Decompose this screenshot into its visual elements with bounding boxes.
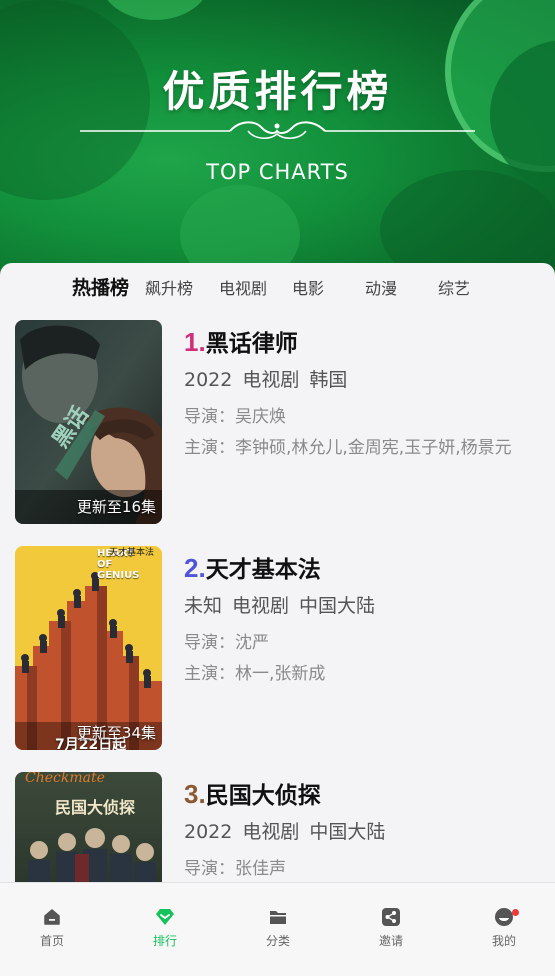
genre: 电视剧	[242, 369, 300, 391]
show-meta: 未知 电视剧 中国大陆	[184, 591, 385, 618]
poster-script: Checkmate	[25, 772, 105, 786]
profile-icon	[495, 908, 513, 926]
poster-image[interactable]: 黑话 更新至16集	[15, 320, 162, 524]
tab-label: 我的	[491, 934, 516, 948]
title-text: 黑话律师	[205, 331, 298, 357]
category-tabs: 热播榜 飙升榜 电视剧 电影 动漫 综艺	[0, 263, 555, 309]
cast: 主演：李钟硕,林允儿,金周宪,玉子妍,杨景元	[184, 438, 512, 458]
bottom-tab-bar: 首页 排行 分类 邀请 我的	[0, 882, 555, 976]
show-meta: 2022 电视剧 中国大陆	[184, 817, 395, 844]
tab-profile[interactable]: 我的	[464, 907, 544, 949]
rank-number: 3.	[184, 779, 206, 809]
genre: 电视剧	[242, 821, 300, 843]
title-text: 民国大侦探	[205, 783, 321, 809]
folder-icon	[270, 911, 286, 924]
show-title[interactable]: 2.天才基本法	[184, 550, 321, 584]
show-meta: 2022 电视剧 韩国	[184, 365, 357, 392]
hero-subtitle: TOP CHARTS	[206, 160, 349, 184]
list-item[interactable]: HEART OF GENIUS 天才基本法 7月22日起 更新至34集 2.天才…	[0, 546, 555, 751]
notification-badge	[512, 909, 519, 916]
director: 导演：张佳声	[184, 859, 286, 879]
episode-badge: 更新至34集	[76, 724, 156, 742]
ranking-panel: 热播榜 飙升榜 电视剧 电影 动漫 综艺 黑话 更新至16集 1.黑话律师 20…	[0, 263, 555, 888]
tab-home[interactable]: 首页	[12, 907, 92, 949]
show-title[interactable]: 1.黑话律师	[184, 324, 298, 358]
year: 未知	[184, 595, 223, 617]
ranking-icon	[156, 909, 174, 925]
tab-hot[interactable]: 热播榜	[72, 273, 129, 300]
tab-label: 分类	[265, 934, 290, 948]
tab-tv-series[interactable]: 电视剧	[219, 275, 267, 299]
tab-label: 邀请	[378, 934, 403, 948]
region: 中国大陆	[299, 595, 376, 617]
tab-variety[interactable]: 综艺	[438, 275, 470, 299]
hero-banner: 优质排行榜 TOP CHARTS	[0, 0, 555, 290]
tab-category[interactable]: 分类	[238, 907, 318, 949]
tab-label: 排行	[152, 934, 177, 948]
director: 导演：沈严	[184, 633, 269, 653]
genre: 电视剧	[232, 595, 290, 617]
tab-invite[interactable]: 邀请	[351, 907, 431, 949]
show-title[interactable]: 3.民国大侦探	[184, 776, 321, 810]
rank-number: 1.	[184, 327, 206, 357]
ornament-divider	[80, 121, 475, 139]
region: 韩国	[309, 369, 348, 391]
tab-movies[interactable]: 电影	[292, 275, 324, 299]
list-item[interactable]: Checkmate 民国大侦探 3.民国大侦探 2022 电视剧 中国大陆 导演：张…	[0, 772, 555, 888]
hero-title: 优质排行榜	[162, 67, 393, 116]
episode-badge: 更新至16集	[76, 498, 156, 516]
tab-anime[interactable]: 动漫	[365, 275, 397, 299]
poster-title: 民国大侦探	[55, 798, 136, 817]
tab-rising[interactable]: 飙升榜	[145, 275, 193, 299]
tab-label: 首页	[39, 934, 64, 948]
cast: 主演：林一,张新成	[184, 664, 326, 684]
region: 中国大陆	[309, 821, 386, 843]
list-item[interactable]: 黑话 更新至16集 1.黑话律师 2022 电视剧 韩国 导演：吴庆焕 主演：李钟硕…	[0, 320, 555, 525]
hero-decoration	[100, 0, 210, 20]
year: 2022	[184, 821, 233, 843]
year: 2022	[184, 369, 233, 391]
rank-number: 2.	[184, 553, 206, 583]
poster-image[interactable]: HEART OF GENIUS 天才基本法 7月22日起 更新至34集	[15, 546, 162, 750]
poster-artwork	[15, 772, 162, 888]
home-icon	[44, 909, 60, 925]
share-icon	[382, 908, 400, 926]
tab-ranking[interactable]: 排行	[125, 907, 205, 949]
poster-image[interactable]: Checkmate 民国大侦探	[15, 772, 162, 888]
poster-tag: 天才基本法	[108, 548, 154, 558]
director: 导演：吴庆焕	[184, 407, 286, 427]
title-text: 天才基本法	[205, 557, 321, 583]
